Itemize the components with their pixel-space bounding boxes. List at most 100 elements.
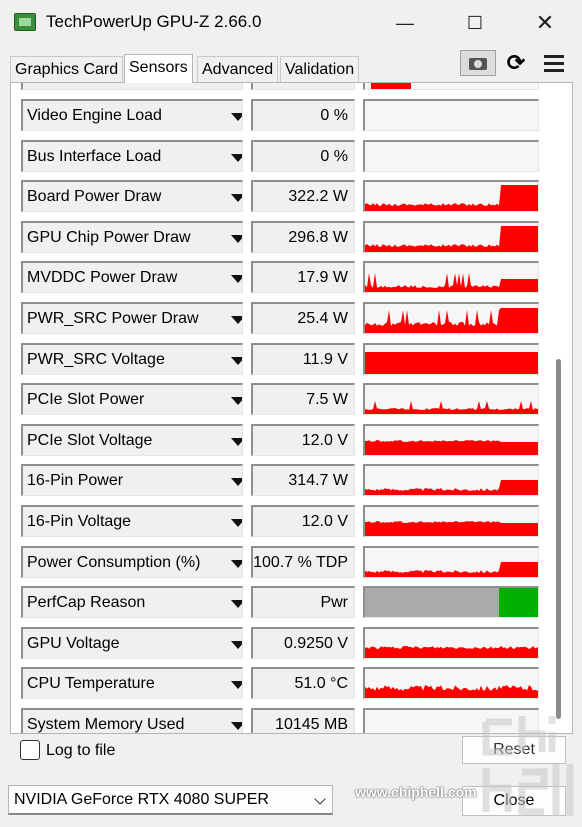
- sensor-graph: [363, 423, 539, 456]
- dropdown-arrow-icon[interactable]: [231, 397, 242, 406]
- dropdown-arrow-icon[interactable]: [231, 153, 242, 162]
- dropdown-arrow-icon[interactable]: [231, 519, 242, 527]
- sensor-graph-area: [365, 308, 538, 333]
- dropdown-arrow-icon[interactable]: [231, 722, 242, 730]
- sensor-graph-plot: [365, 101, 539, 131]
- sensor-name-dropdown[interactable]: Power Consumption (%): [21, 545, 243, 578]
- watermark-text: www.chiphell.com: [355, 784, 477, 800]
- sensor-row: PWR_SRC Power Draw 25.4 W: [11, 302, 563, 336]
- gpu-z-app-icon: [14, 13, 36, 31]
- close-button[interactable]: Close: [462, 786, 566, 816]
- dropdown-arrow-icon[interactable]: [231, 437, 242, 446]
- sensor-row: PerfCap Reason Pwr: [11, 586, 563, 620]
- dropdown-arrow-icon[interactable]: [231, 600, 242, 609]
- dropdown-arrow-icon[interactable]: [231, 559, 242, 568]
- tab-advanced[interactable]: Advanced: [197, 56, 279, 82]
- perfcap-idle-bar: [365, 588, 499, 618]
- dropdown-arrow-icon[interactable]: [231, 234, 242, 243]
- log-to-file-checkbox[interactable]: [20, 740, 40, 760]
- sensor-value: 0.9250 V: [251, 626, 355, 659]
- sensor-name-dropdown[interactable]: Board Power Draw: [21, 180, 243, 213]
- sensor-name-label: Video Engine Load: [27, 107, 162, 124]
- sensor-name-label: GPU Chip Power Draw: [27, 228, 191, 246]
- dropdown-arrow-icon[interactable]: [231, 113, 242, 121]
- sensor-name-label: PerfCap Reason: [27, 594, 146, 612]
- sensor-row: Board Power Draw 322.2 W: [11, 180, 563, 214]
- sensor-graph-area: [365, 480, 538, 496]
- hamburger-menu-icon[interactable]: [542, 50, 566, 76]
- sensor-graph-plot: [365, 439, 538, 455]
- sensor-row: MVDDC Power Draw 17.9 W: [11, 261, 563, 295]
- camera-icon[interactable]: [460, 50, 496, 76]
- sensor-graph-area: [365, 351, 538, 374]
- sensor-name-label: MVDDC Power Draw: [27, 269, 178, 287]
- sensor-name-dropdown[interactable]: PWR_SRC Voltage: [21, 342, 243, 375]
- dropdown-arrow-icon[interactable]: [231, 316, 242, 324]
- sensors-panel: Video Engine Load 0 % Bus Interface Load 0 …: [10, 82, 573, 734]
- gpu-select-dropdown[interactable]: NVIDIA GeForce RTX 4080 SUPER: [8, 785, 333, 815]
- sensor-graph-area: [365, 401, 538, 415]
- sensor-name-dropdown[interactable]: CPU Temperature: [21, 667, 243, 700]
- sensor-graph-plot: [365, 308, 538, 333]
- sensor-name-dropdown[interactable]: MVDDC Power Draw: [21, 261, 243, 294]
- sensor-value: 0 %: [251, 139, 355, 172]
- sensor-row: Power Consumption (%) 100.7 % TDP: [11, 545, 563, 580]
- sensor-scrollbar[interactable]: [554, 83, 564, 733]
- refresh-icon[interactable]: ⟳: [504, 50, 528, 76]
- sensor-name-label: PWR_SRC Voltage: [27, 350, 165, 368]
- sensor-graph: [363, 667, 539, 700]
- tab-graphics-card[interactable]: Graphics Card: [10, 56, 124, 82]
- sensor-name-label: Bus Interface Load: [27, 147, 162, 165]
- sensor-graph-plot: [365, 185, 538, 212]
- sensor-value: 296.8 W: [251, 220, 355, 253]
- sensor-name-dropdown[interactable]: GPU Chip Power Draw: [21, 220, 243, 253]
- sensor-row: Bus Interface Load 0 %: [11, 139, 563, 174]
- sensor-name[interactable]: [21, 83, 243, 91]
- sensor-row: PWR_SRC Voltage 11.9 V: [11, 342, 563, 377]
- sensor-graph: [363, 99, 539, 131]
- sensor-name-dropdown[interactable]: Video Engine Load: [21, 99, 243, 131]
- sensor-name-label: PCIe Slot Voltage: [27, 431, 153, 449]
- maximize-button[interactable]: ☐: [452, 8, 498, 38]
- scrollbar-thumb[interactable]: [556, 359, 561, 719]
- sensor-name-dropdown[interactable]: PerfCap Reason: [21, 586, 243, 619]
- sensor-graph-plot: [365, 521, 538, 536]
- sensor-name-dropdown[interactable]: PWR_SRC Power Draw: [21, 302, 243, 334]
- sensor-name-dropdown[interactable]: 16-Pin Power: [21, 464, 243, 497]
- tab-validation[interactable]: Validation: [280, 56, 360, 82]
- dropdown-arrow-icon[interactable]: [231, 275, 242, 284]
- sensor-graph: [363, 180, 539, 213]
- sensor-name-dropdown[interactable]: System Memory Used: [21, 708, 243, 733]
- dropdown-arrow-icon[interactable]: [231, 640, 242, 649]
- sensor-graph-plot: [365, 685, 538, 699]
- minimize-button[interactable]: —: [382, 8, 428, 38]
- sensor-graph-plot: [365, 351, 538, 374]
- close-window-button[interactable]: ✕: [522, 8, 568, 38]
- sensor-graph: [363, 708, 539, 733]
- reset-button[interactable]: Reset: [462, 736, 566, 764]
- sensor-graph-area: [365, 225, 538, 252]
- dropdown-arrow-icon[interactable]: [231, 478, 242, 487]
- sensor-graph: [363, 302, 539, 334]
- chevron-down-icon: [314, 793, 326, 805]
- sensor-value: Pwr: [251, 586, 355, 619]
- sensor-name-dropdown[interactable]: GPU Voltage: [21, 626, 243, 659]
- sensor-value: 7.5 W: [251, 383, 355, 416]
- title-bar: TechPowerUp GPU-Z 2.66.0 — ☐ ✕: [0, 0, 582, 46]
- sensor-value: 0 %: [251, 99, 355, 131]
- sensor-name-dropdown[interactable]: 16-Pin Voltage: [21, 505, 243, 537]
- dropdown-arrow-icon[interactable]: [231, 356, 242, 365]
- dropdown-arrow-icon[interactable]: [231, 681, 242, 690]
- sensor-graph-plot: [365, 561, 538, 577]
- sensor-name-dropdown[interactable]: Bus Interface Load: [21, 139, 243, 172]
- sensor-value: 51.0 °C: [251, 667, 355, 700]
- dropdown-arrow-icon[interactable]: [231, 194, 242, 203]
- sensor-graph-area: [365, 439, 538, 455]
- sensor-name-label: System Memory Used: [27, 716, 185, 733]
- sensor-name-dropdown[interactable]: PCIe Slot Power: [21, 383, 243, 416]
- log-to-file-label: Log to file: [46, 742, 116, 759]
- sensor-name-dropdown[interactable]: PCIe Slot Voltage: [21, 423, 243, 456]
- sensor-value: 10145 MB: [251, 708, 355, 733]
- sensor-row: Video Engine Load 0 %: [11, 99, 563, 133]
- tab-sensors[interactable]: Sensors: [124, 54, 193, 83]
